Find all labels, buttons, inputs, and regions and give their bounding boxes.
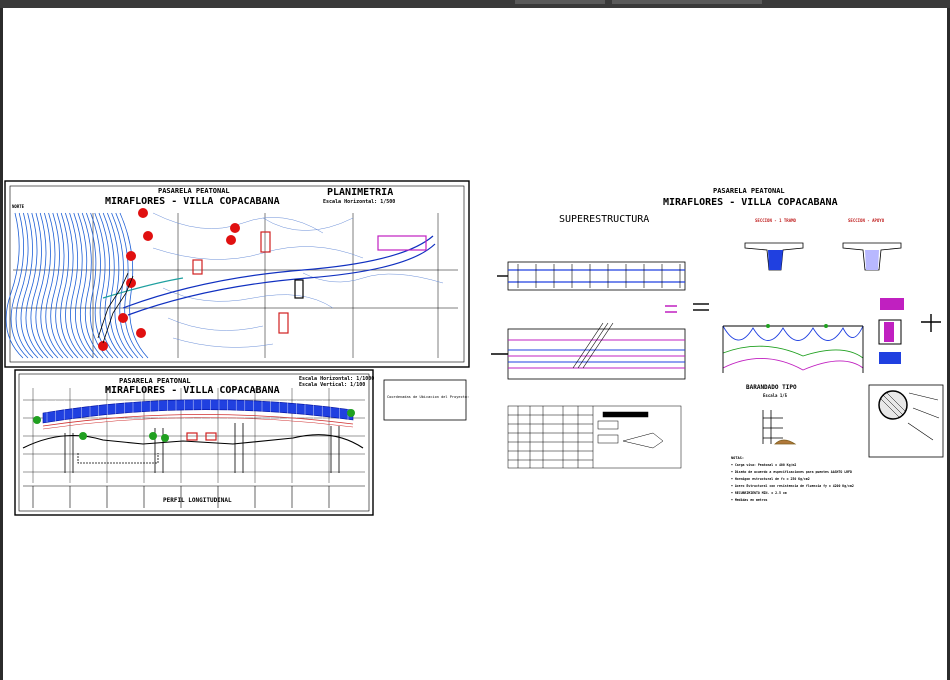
drawing-svg bbox=[4, 180, 944, 516]
note-item: • Carga viva: Peatonal = 400 Kg/m2 bbox=[731, 463, 797, 467]
note-item: • Acero Estructural con resistencia de f… bbox=[731, 484, 854, 488]
tree-symbol bbox=[226, 235, 236, 245]
profile-title: PERFIL LONGITUDINAL bbox=[163, 497, 232, 504]
notes-title: NOTAS: bbox=[731, 456, 744, 460]
section-1-label: SECCION - 1 TRAMO bbox=[755, 218, 796, 223]
note-item: • Medidas en metros bbox=[731, 498, 768, 502]
deck-plan bbox=[491, 303, 709, 380]
railing-detail bbox=[762, 410, 797, 445]
railing-title: BARANDADO TIPO bbox=[746, 384, 797, 391]
section-2-label: SECCION - APOYO bbox=[848, 218, 885, 223]
table-bar-detail bbox=[622, 432, 664, 449]
titlebar-segment bbox=[612, 0, 762, 4]
superstructure-title: SUPERESTRUCTURA bbox=[559, 214, 650, 225]
tree-symbol bbox=[230, 223, 240, 233]
window-top-bar bbox=[0, 0, 950, 8]
cars bbox=[192, 231, 304, 334]
joint-details bbox=[878, 298, 941, 364]
tree-symbol bbox=[136, 328, 146, 338]
note-item: • Diseño de acuerdo a especificaciones p… bbox=[731, 470, 852, 474]
table-header-bar bbox=[602, 411, 649, 418]
coordinates-box bbox=[383, 379, 467, 421]
superstructure-elevation bbox=[497, 261, 686, 291]
contour-line bbox=[77, 212, 99, 359]
north-label: NORTE bbox=[12, 204, 25, 209]
project-label-1: PASARELA PEATONAL bbox=[158, 187, 230, 195]
contour-line bbox=[20, 212, 39, 359]
cross-sections bbox=[744, 242, 902, 271]
project-label-2: PASARELA PEATONAL bbox=[713, 187, 785, 195]
note-item: • RECUBRIMIENTO MIN. = 2.5 cm bbox=[731, 491, 787, 495]
plan-title: PLANIMETRIA bbox=[327, 187, 394, 198]
contour-line bbox=[5, 212, 24, 359]
railing-scale: Escala 1/5 bbox=[763, 393, 788, 398]
titlebar-segment bbox=[515, 0, 605, 4]
tree-symbol bbox=[118, 313, 128, 323]
project-title-2: MIRAFLORES - VILLA COPACABANA bbox=[663, 197, 838, 208]
tree-symbol bbox=[138, 208, 148, 218]
tree-symbol bbox=[126, 278, 136, 288]
project-label-profile: PASARELA PEATONAL bbox=[119, 377, 191, 385]
contour-line bbox=[73, 212, 94, 359]
table-bar-detail bbox=[597, 434, 619, 444]
coordinates-note: Coordenadas de Ubicacion del Proyecto: bbox=[387, 395, 470, 399]
profile-project-title: MIRAFLORES - VILLA COPACABANA bbox=[105, 385, 280, 396]
tree-symbol bbox=[143, 231, 153, 241]
profile-scale-v: Escala Vertical: 1/100 bbox=[299, 382, 366, 388]
arch-diagram bbox=[722, 324, 864, 373]
contour-line bbox=[40, 212, 59, 359]
contour-line bbox=[30, 212, 49, 359]
contour-line bbox=[35, 212, 54, 359]
note-item: • Hormigon estructural de fc = 250 Kg/cm… bbox=[731, 477, 810, 481]
bridge-plan bbox=[102, 235, 436, 316]
trees bbox=[98, 208, 240, 351]
project-title-1: MIRAFLORES - VILLA COPACABANA bbox=[105, 196, 280, 207]
cad-drawing-canvas[interactable]: PASARELA PEATONAL MIRAFLORES - VILLA COP… bbox=[3, 8, 947, 680]
table-bar-detail bbox=[597, 420, 619, 430]
planimetria-frame bbox=[4, 180, 470, 368]
steel-table bbox=[507, 405, 682, 469]
plan-scale: Escala Horizontal: 1/500 bbox=[323, 199, 396, 205]
tree-symbol bbox=[126, 251, 136, 261]
circular-detail bbox=[868, 384, 944, 458]
